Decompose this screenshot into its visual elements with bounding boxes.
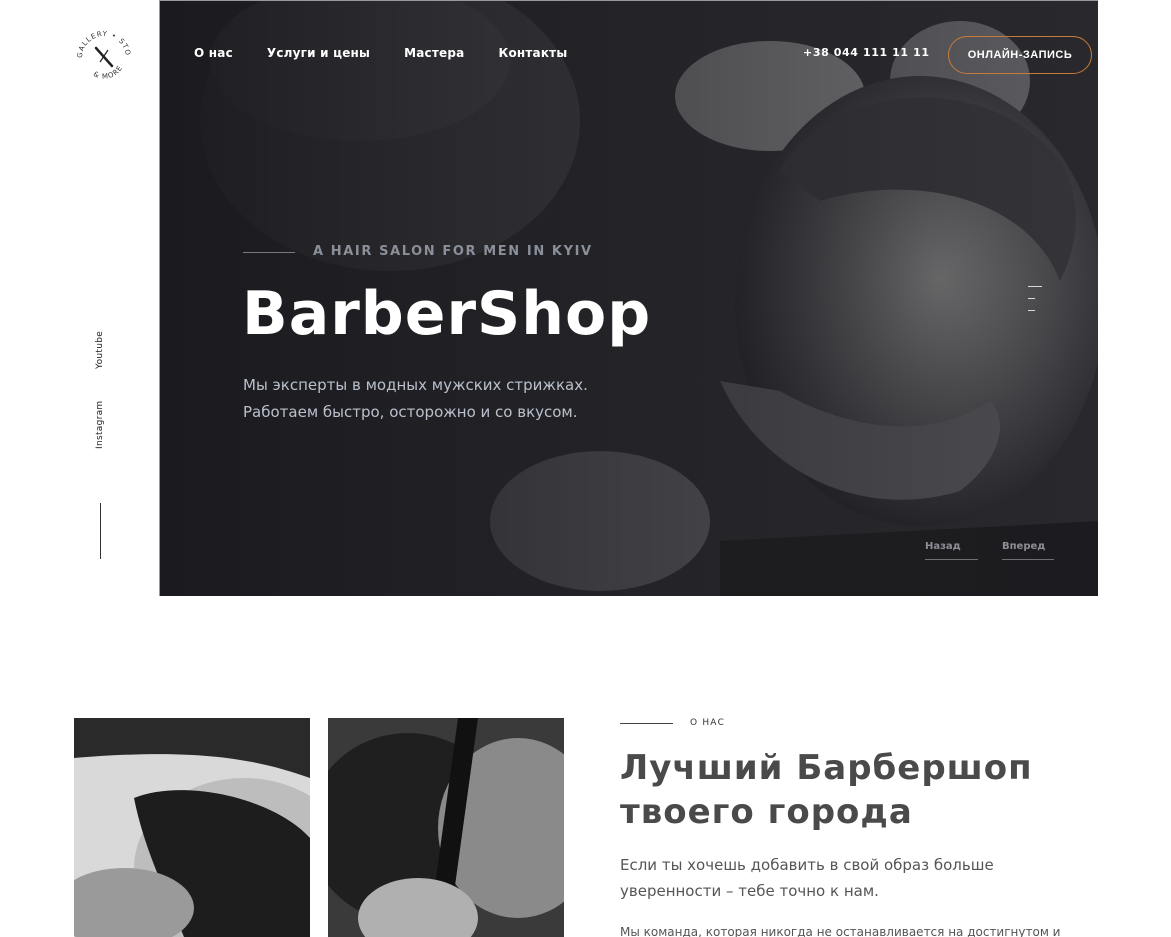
next-slide-button[interactable]: Вперед — [1002, 541, 1054, 560]
about-title: Лучший Барбершоп твоего города — [620, 746, 1090, 834]
slide-dot-active[interactable] — [1028, 286, 1042, 287]
instagram-link[interactable]: Instagram — [88, 401, 112, 488]
nav-services[interactable]: Услуги и цены — [267, 46, 370, 60]
youtube-label: Youtube — [95, 330, 105, 369]
slide-indicator — [1028, 286, 1042, 322]
razor-logo-icon: GALLERY • STORE & MORE — [69, 20, 131, 81]
about-lead: Если ты хочешь добавить в свой образ бол… — [620, 852, 1060, 904]
online-booking-button[interactable]: ОНЛАЙН-ЗАПИСЬ — [948, 36, 1092, 74]
nav-masters[interactable]: Мастера — [404, 46, 464, 60]
about-image-haircut — [328, 718, 564, 937]
about-body: Мы команда, которая никогда не останавли… — [620, 925, 1061, 937]
instagram-label: Instagram — [95, 400, 105, 450]
about-image-beard — [74, 718, 310, 937]
hero-subtitle-line1: Мы эксперты в модных мужских стрижках. — [243, 376, 588, 394]
hero-subtitle-line2: Работаем быстро, осторожно и со вкусом. — [243, 403, 578, 421]
nav-contacts[interactable]: Контакты — [498, 46, 567, 60]
about-title-line2: твоего города — [620, 792, 913, 832]
slide-dot[interactable] — [1028, 298, 1035, 299]
about-lead-line2: уверенности – тебе точно к нам. — [620, 882, 879, 900]
main-nav: О нас Услуги и цены Мастера Контакты — [194, 46, 567, 60]
about-kicker: О НАС — [690, 718, 726, 728]
kicker-divider — [243, 252, 295, 253]
phone-link[interactable]: +38 044 111 11 11 — [803, 46, 930, 59]
youtube-link[interactable]: Youtube — [88, 331, 112, 402]
hero-slider: О нас Услуги и цены Мастера Контакты +38… — [159, 0, 1098, 596]
svg-text:& MORE: & MORE — [92, 64, 124, 81]
hero-kicker: A HAIR SALON FOR MEN IN KYIV — [313, 244, 593, 259]
beard-photo — [74, 718, 310, 937]
logo-text-bottom: & MORE — [92, 64, 123, 81]
hero-subtitle: Мы эксперты в модных мужских стрижках. Р… — [243, 372, 663, 426]
slide-dot[interactable] — [1028, 310, 1035, 311]
rail-divider — [100, 503, 101, 559]
prev-slide-button[interactable]: Назад — [925, 541, 978, 560]
nav-about[interactable]: О нас — [194, 46, 233, 60]
hero-title: BarberShop — [242, 279, 652, 349]
logo[interactable]: GALLERY • STORE & MORE — [69, 20, 136, 90]
about-lead-line1: Если ты хочешь добавить в свой образ бол… — [620, 856, 994, 874]
about-divider — [620, 723, 673, 724]
haircut-photo — [328, 718, 564, 937]
about-title-line1: Лучший Барбершоп — [620, 748, 1033, 788]
